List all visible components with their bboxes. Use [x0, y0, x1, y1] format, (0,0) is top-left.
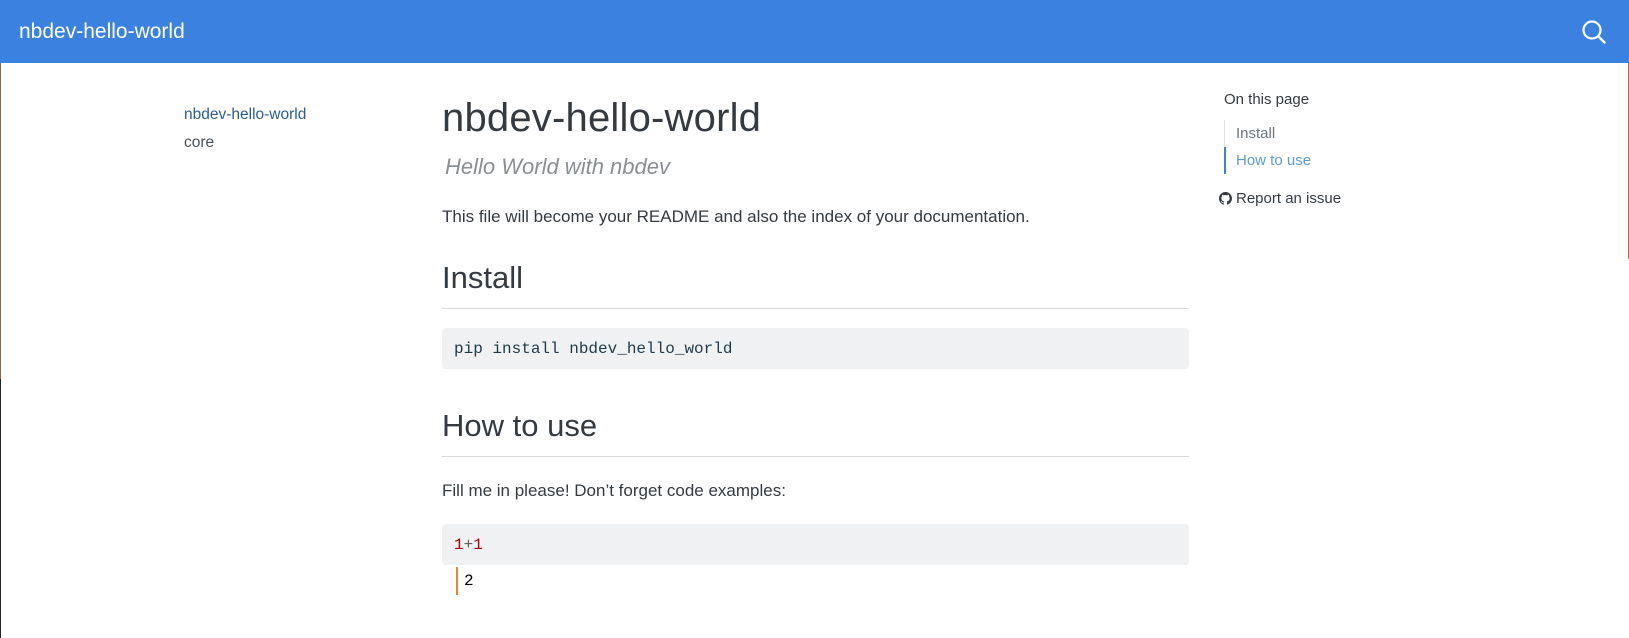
sidebar-item-core[interactable]: core [184, 129, 384, 157]
code-output: 2 [456, 567, 1189, 595]
code-token-number: 1 [454, 535, 464, 554]
install-code-block[interactable]: pip install nbdev_hello_world [442, 328, 1189, 369]
report-issue-label: Report an issue [1236, 190, 1342, 207]
toc-item-install[interactable]: Install [1225, 120, 1439, 147]
main-content: nbdev-hello-world Hello World with nbdev… [442, 90, 1189, 595]
report-issue-link[interactable]: Report an issue [1219, 190, 1439, 207]
code-token-number: 1 [473, 535, 483, 554]
page-subtitle: Hello World with nbdev [445, 154, 670, 179]
page-title: nbdev-hello-world [442, 96, 762, 140]
how-to-use-paragraph: Fill me in please! Don’t forget code exa… [442, 481, 786, 500]
top-navbar: nbdev-hello-world [0, 0, 1629, 63]
toc-list: Install How to use [1224, 120, 1439, 174]
table-of-contents: On this page Install How to use Report a… [1219, 88, 1439, 207]
code-output-value: 2 [464, 572, 474, 590]
sidebar-item-nbdev-hello-world[interactable]: nbdev-hello-world [184, 101, 384, 129]
toc-item-how-to-use[interactable]: How to use [1224, 147, 1439, 174]
toc-title: On this page [1224, 91, 1310, 108]
code-token-operator: + [463, 535, 474, 554]
github-icon [1219, 192, 1232, 205]
intro-paragraph: This file will become your README and al… [442, 207, 1030, 226]
window-left-edge [0, 63, 1, 638]
search-button[interactable] [1579, 17, 1609, 47]
navbar-brand-link[interactable]: nbdev-hello-world [19, 20, 185, 44]
install-heading: Install [442, 258, 1189, 309]
search-icon [1582, 19, 1606, 44]
install-command: pip install nbdev_hello_world [454, 339, 733, 358]
how-to-use-heading: How to use [442, 406, 1189, 457]
example-code-block[interactable]: 1 +1 [442, 524, 1189, 565]
sidebar-nav: nbdev-hello-world core [184, 101, 384, 157]
